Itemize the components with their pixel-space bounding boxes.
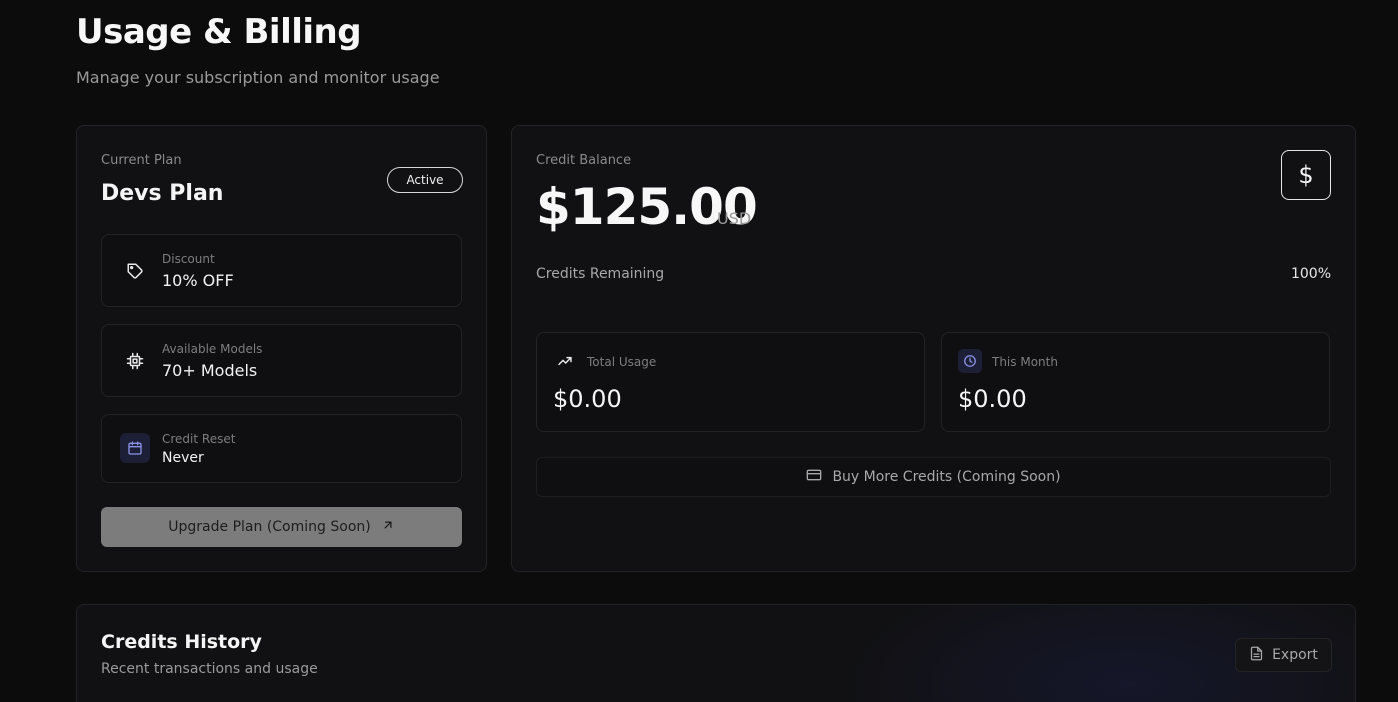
credits-remaining-percent: 100% xyxy=(1290,266,1331,282)
calendar-icon xyxy=(120,433,150,463)
available-models-feature: Available Models 70+ Models xyxy=(101,324,462,397)
credits-remaining-label: Credits Remaining xyxy=(536,266,665,282)
this-month-value: $0.00 xyxy=(958,385,1027,413)
billing-page: Usage & Billing Manage your subscription… xyxy=(0,0,1398,702)
credit-reset-feature: Credit Reset Never xyxy=(101,414,462,483)
credits-history-card: Credits History Recent transactions and … xyxy=(76,604,1356,702)
credits-history-subtitle: Recent transactions and usage xyxy=(101,661,318,677)
arrow-up-right-icon xyxy=(381,518,395,536)
this-month-stat: This Month $0.00 xyxy=(941,332,1330,432)
buy-more-credits-label: Buy More Credits (Coming Soon) xyxy=(832,469,1061,485)
file-text-icon xyxy=(1249,646,1264,665)
discount-label: Discount xyxy=(162,252,215,266)
plan-name: Devs Plan xyxy=(101,181,224,206)
credit-card-icon xyxy=(806,467,822,487)
credits-history-title: Credits History xyxy=(101,631,262,653)
total-usage-label: Total Usage xyxy=(587,355,657,369)
dollar-icon: $ xyxy=(1281,150,1331,200)
buy-more-credits-button[interactable]: Buy More Credits (Coming Soon) xyxy=(536,457,1331,497)
total-usage-stat: Total Usage $0.00 xyxy=(536,332,925,432)
status-badge: Active xyxy=(387,167,463,193)
credit-balance-card: Credit Balance $125.00 USD $ Credits Rem… xyxy=(511,125,1356,572)
upgrade-plan-button[interactable]: Upgrade Plan (Coming Soon) xyxy=(101,507,462,547)
discount-value: 10% OFF xyxy=(162,271,234,290)
currency-label: USD xyxy=(717,209,752,228)
available-models-value: 70+ Models xyxy=(162,361,258,380)
current-plan-label: Current Plan xyxy=(101,153,182,168)
discount-feature: Discount 10% OFF xyxy=(101,234,462,307)
available-models-label: Available Models xyxy=(162,342,263,356)
upgrade-plan-label: Upgrade Plan (Coming Soon) xyxy=(168,519,371,535)
clock-icon xyxy=(958,349,982,373)
credit-reset-label: Credit Reset xyxy=(162,432,236,446)
credit-reset-value: Never xyxy=(162,450,204,466)
this-month-label: This Month xyxy=(992,355,1058,369)
page-title: Usage & Billing xyxy=(76,12,362,52)
cpu-chip-icon xyxy=(120,346,150,376)
credit-balance-label: Credit Balance xyxy=(536,153,632,168)
total-usage-value: $0.00 xyxy=(553,385,622,413)
trending-up-icon xyxy=(553,349,577,373)
export-label: Export xyxy=(1272,647,1318,663)
page-subtitle: Manage your subscription and monitor usa… xyxy=(76,68,440,87)
current-plan-card: Current Plan Devs Plan Active Discount 1… xyxy=(76,125,487,572)
export-button[interactable]: Export xyxy=(1235,638,1332,672)
tag-icon xyxy=(120,256,150,286)
